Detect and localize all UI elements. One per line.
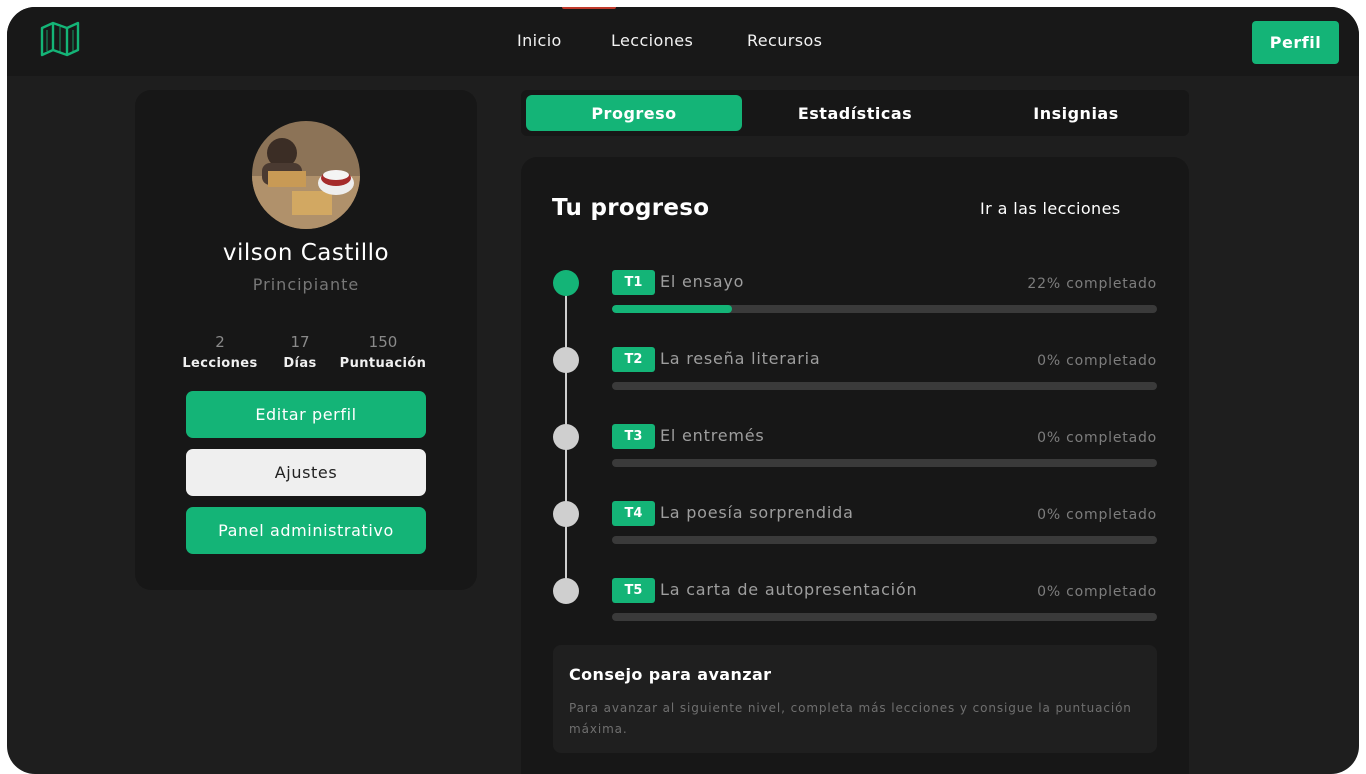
lesson-percent: 0% completado [1037,507,1157,523]
app-window: Inicio Lecciones Recursos Perfil vilson … [7,7,1359,774]
map-icon[interactable] [39,21,81,57]
stat-days-label: Días [283,356,317,371]
settings-button[interactable]: Ajustes [186,449,426,496]
lesson-percent: 0% completado [1037,353,1157,369]
advice-text: Para avanzar al siguiente nivel, complet… [569,701,1132,736]
lesson-item-t1[interactable]: T1 El ensayo 22% completado [612,270,1157,320]
lesson-item-t3[interactable]: T3 El entremés 0% completado [612,424,1157,474]
lesson-badge: T1 [612,270,655,295]
lesson-badge: T2 [612,347,655,372]
stat-score-label: Puntuación [339,356,427,371]
lesson-title: La poesía sorprendida [660,503,854,522]
progress-bar-fill [612,305,732,313]
advice-title: Consejo para avanzar [569,665,772,684]
stat-score-value: 150 [368,333,398,351]
lesson-item-t2[interactable]: T2 La reseña literaria 0% completado [612,347,1157,397]
stat-lessons-value: 2 [215,333,225,351]
top-navigation-bar: Inicio Lecciones Recursos Perfil [7,7,1359,76]
lesson-title: El ensayo [660,272,745,291]
timeline-dot-t5 [553,578,579,604]
progress-bar [612,305,1157,313]
top-indicator [562,7,616,9]
nav-inicio[interactable]: Inicio [517,31,562,50]
progress-title: Tu progreso [552,195,710,221]
avatar [252,121,360,229]
tab-bar: Progreso Estadísticas Insignias [521,90,1189,136]
progress-panel: Tu progreso Ir a las lecciones T1 El ens… [521,157,1189,774]
progress-bar [612,382,1157,390]
advice-box: Consejo para avanzar Para avanzar al sig… [553,645,1157,753]
lesson-badge: T4 [612,501,655,526]
lesson-badge: T5 [612,578,655,603]
stat-lessons-label: Lecciones [182,356,258,371]
user-level: Principiante [252,275,360,294]
timeline-dot-t1 [553,270,579,296]
lesson-title: La reseña literaria [660,349,821,368]
lesson-percent: 22% completado [1027,276,1157,292]
go-to-lessons-link[interactable]: Ir a las lecciones [980,199,1121,218]
progress-bar [612,536,1157,544]
progress-bar [612,613,1157,621]
lesson-badge: T3 [612,424,655,449]
lesson-item-t4[interactable]: T4 La poesía sorprendida 0% completado [612,501,1157,551]
lesson-title: La carta de autopresentación [660,580,918,599]
admin-panel-button[interactable]: Panel administrativo [186,507,426,554]
timeline-dot-t3 [553,424,579,450]
lesson-percent: 0% completado [1037,584,1157,600]
user-name: vilson Castillo [222,240,390,266]
stat-days-value: 17 [290,333,310,351]
timeline-dot-t4 [553,501,579,527]
lesson-percent: 0% completado [1037,430,1157,446]
tab-estadisticas[interactable]: Estadísticas [747,95,963,131]
nav-lecciones[interactable]: Lecciones [611,31,693,50]
lesson-title: El entremés [660,426,765,445]
tab-progreso[interactable]: Progreso [526,95,742,131]
progress-bar [612,459,1157,467]
timeline-dot-t2 [553,347,579,373]
profile-button[interactable]: Perfil [1252,21,1339,64]
profile-card: vilson Castillo Principiante 2 Lecciones… [135,90,477,590]
nav-recursos[interactable]: Recursos [747,31,822,50]
tab-insignias[interactable]: Insignias [968,95,1184,131]
edit-profile-button[interactable]: Editar perfil [186,391,426,438]
lesson-item-t5[interactable]: T5 La carta de autopresentación 0% compl… [612,578,1157,628]
